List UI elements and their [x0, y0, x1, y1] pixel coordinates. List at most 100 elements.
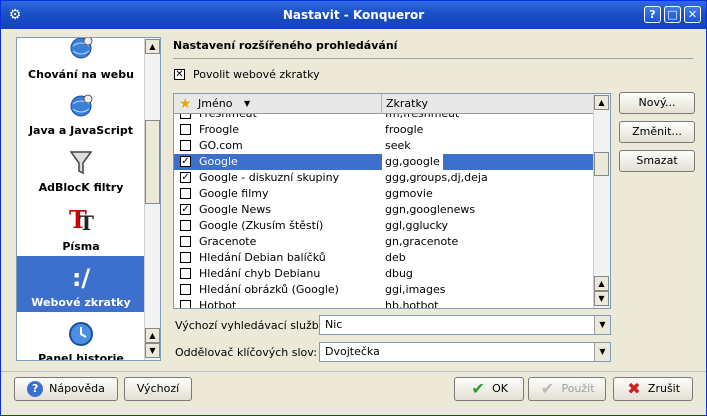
history-icon — [69, 322, 93, 346]
shortcuts-list[interactable]: ★ Jméno ▼ Zkratky Freshmeat fm,freshmeat… — [173, 93, 611, 309]
row-checkbox[interactable] — [180, 300, 191, 308]
section-title: Nastavení rozšířeného prohledávání — [173, 39, 398, 52]
cancel-x-icon: ✖ — [627, 379, 641, 398]
row-keys: ggmovie — [385, 187, 433, 200]
default-engine-label: Výchozí vyhledávací služba: — [175, 319, 330, 332]
close-button[interactable]: ✕ — [684, 6, 701, 23]
row-name: Freshmeat — [199, 114, 257, 122]
row-checkbox[interactable] — [180, 188, 191, 199]
column-header-name[interactable]: ★ Jméno ▼ — [174, 94, 382, 114]
list-scrollbar[interactable]: ▲ ▲ ▼ — [593, 94, 610, 308]
list-scroll-thumb[interactable] — [594, 152, 609, 176]
table-row[interactable]: Froogle froogle — [174, 122, 594, 138]
nav-scroll-down-icon[interactable]: ▲ — [145, 328, 160, 343]
nav-label-history: Panel historie — [38, 352, 124, 361]
row-name: Google News — [199, 203, 272, 216]
star-icon: ★ — [179, 96, 192, 112]
sort-down-icon: ▼ — [244, 99, 251, 108]
row-name: Hledání obrázků (Google) — [199, 283, 339, 296]
row-checkbox[interactable] — [180, 284, 191, 295]
nav-item-java-javascript[interactable]: Java a JavaScript — [17, 86, 145, 142]
row-name: Hotbot — [199, 299, 237, 308]
list-scroll-up2-icon[interactable]: ▲ — [594, 276, 609, 291]
table-row-selected[interactable]: ✓ Google gg,google — [174, 154, 594, 170]
chevron-down-icon[interactable]: ▼ — [594, 343, 610, 361]
row-name: Hledání chyb Debianu — [199, 267, 321, 280]
row-checkbox[interactable] — [180, 220, 191, 231]
row-keys: dbug — [385, 267, 413, 280]
table-row[interactable]: Hledání Debian balíčků deb — [174, 250, 594, 266]
row-keys: gn,gracenote — [385, 235, 459, 248]
svg-text:T: T — [79, 211, 94, 234]
cancel-button-label: Zrušit — [647, 382, 681, 395]
funnel-icon — [69, 151, 93, 175]
help-button[interactable]: ? Nápověda — [14, 377, 118, 401]
row-checkbox[interactable] — [180, 124, 191, 135]
edit-button[interactable]: Změnit... — [619, 121, 695, 143]
table-row[interactable]: Freshmeat fm,freshmeat — [174, 114, 594, 122]
section-divider — [173, 58, 693, 59]
apply-button[interactable]: ✔ Použít — [528, 377, 606, 401]
column-name-label: Jméno — [198, 97, 233, 110]
title-bar: ⚙ Nastavit - Konqueror ? □ ✕ — [1, 1, 706, 29]
row-checkbox[interactable]: ✓ — [180, 204, 191, 215]
nav-item-web-shortcuts[interactable]: :/ Webové zkratky — [17, 256, 145, 312]
delimiter-select[interactable]: Dvojtečka ▼ — [319, 342, 611, 362]
chevron-down-icon[interactable]: ▼ — [594, 316, 610, 334]
nav-item-adblock[interactable]: AdBlocK filtry — [17, 142, 145, 196]
defaults-button[interactable]: Výchozí — [124, 377, 192, 401]
table-row[interactable]: Google filmy ggmovie — [174, 186, 594, 202]
check-disabled-icon: ✔ — [540, 379, 555, 398]
nav-item-web-behavior[interactable]: Chování na webu — [17, 38, 145, 86]
row-checkbox[interactable] — [180, 268, 191, 279]
row-name: GO.com — [199, 139, 243, 152]
row-keys: fm,freshmeat — [385, 114, 459, 122]
row-name: Froogle — [199, 123, 240, 136]
row-checkbox[interactable]: ✓ — [180, 172, 191, 183]
list-scroll-down-icon[interactable]: ▼ — [594, 291, 609, 306]
table-row[interactable]: ✓ Google News ggn,googlenews — [174, 202, 594, 218]
font-icon: T T — [69, 205, 94, 234]
row-checkbox[interactable] — [180, 236, 191, 247]
maximize-button[interactable]: □ — [664, 6, 681, 23]
nav-item-fonts[interactable]: T T Písma — [17, 196, 145, 256]
nav-scrollbar[interactable]: ▲ ▲ ▼ — [144, 38, 160, 360]
help-titlebar-button[interactable]: ? — [644, 6, 661, 23]
list-scroll-up-icon[interactable]: ▲ — [594, 95, 609, 110]
row-checkbox[interactable] — [180, 252, 191, 263]
row-keys: seek — [385, 139, 411, 152]
row-checkbox[interactable] — [180, 140, 191, 151]
nav-scroll-thumb[interactable] — [145, 120, 160, 204]
nav-scroll-down-arrow-icon[interactable]: ▼ — [145, 343, 160, 358]
row-name: Google (Zkusím štěstí) — [199, 219, 324, 232]
nav-item-history[interactable]: Panel historie — [17, 312, 145, 361]
java-globe-icon — [70, 94, 93, 117]
delete-button[interactable]: Smazat — [619, 150, 695, 172]
apply-button-label: Použít — [561, 382, 595, 395]
cancel-button[interactable]: ✖ Zrušit — [613, 377, 693, 401]
table-row[interactable]: Hledání chyb Debianu dbug — [174, 266, 594, 282]
table-row[interactable]: ✓ Google - diskuzní skupiny ggg,groups,d… — [174, 170, 594, 186]
default-engine-select[interactable]: Nic ▼ — [319, 315, 611, 335]
row-keys: hb,hotbot — [385, 299, 439, 308]
nav-scroll-up-icon[interactable]: ▲ — [145, 39, 160, 54]
row-checkbox[interactable]: ✓ — [180, 156, 191, 167]
new-button[interactable]: Nový... — [619, 92, 695, 114]
row-keys: froogle — [385, 123, 424, 136]
globe-gear-icon — [70, 38, 93, 59]
row-name: Google filmy — [199, 187, 269, 200]
list-header: ★ Jméno ▼ Zkratky — [174, 94, 594, 114]
table-row[interactable]: Google (Zkusím štěstí) ggl,gglucky — [174, 218, 594, 234]
table-row[interactable]: Hotbot hb,hotbot — [174, 298, 594, 308]
row-checkbox[interactable] — [180, 114, 191, 119]
row-keys: gg,google — [382, 154, 443, 170]
nav-label-web-shortcuts: Webové zkratky — [31, 296, 131, 309]
check-icon: ✔ — [471, 379, 485, 398]
table-row[interactable]: Gracenote gn,gracenote — [174, 234, 594, 250]
ok-button[interactable]: ✔ OK — [454, 377, 524, 401]
table-row[interactable]: Hledání obrázků (Google) ggi,images — [174, 282, 594, 298]
column-header-shortcuts[interactable]: Zkratky — [382, 94, 594, 114]
help-icon: ? — [27, 381, 44, 397]
enable-web-shortcuts-checkbox[interactable]: ✕ — [174, 69, 185, 80]
table-row[interactable]: GO.com seek — [174, 138, 594, 154]
